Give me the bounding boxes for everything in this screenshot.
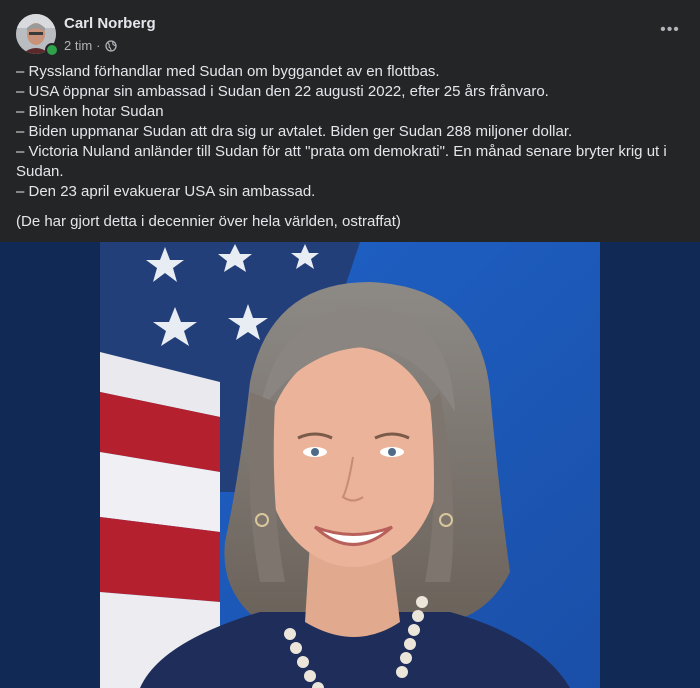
- post-meta: 2 tim ·: [64, 38, 117, 53]
- meta-separator: ·: [96, 38, 101, 53]
- globe-icon[interactable]: [104, 39, 117, 52]
- post-line: Sudan.: [16, 163, 64, 180]
- more-options-icon[interactable]: •••: [660, 22, 680, 44]
- author-name[interactable]: Carl Norberg: [64, 15, 156, 32]
- post-line: – Biden uppmanar Sudan att dra sig ur av…: [16, 123, 573, 140]
- post-line: – Blinken hotar Sudan: [16, 103, 164, 120]
- post-time[interactable]: 2 tim: [64, 38, 92, 53]
- post-line: – Ryssland förhandlar med Sudan om bygga…: [16, 63, 440, 80]
- post-image[interactable]: [0, 242, 700, 688]
- online-status-indicator: [45, 43, 59, 57]
- post-header: Carl Norberg 2 tim · •••: [16, 14, 686, 57]
- post-note: (De har gjort detta i decennier över hel…: [16, 213, 401, 230]
- facebook-post: Carl Norberg 2 tim · ••• – Ryssland förh…: [0, 0, 700, 688]
- portrait-photo: [100, 242, 600, 688]
- post-line: – Den 23 april evakuerar USA sin ambassa…: [16, 183, 316, 200]
- post-text: – Ryssland förhandlar med Sudan om bygga…: [16, 62, 686, 232]
- post-line: – USA öppnar sin ambassad i Sudan den 22…: [16, 83, 549, 100]
- post-line: – Victoria Nuland anländer till Sudan fö…: [16, 143, 667, 160]
